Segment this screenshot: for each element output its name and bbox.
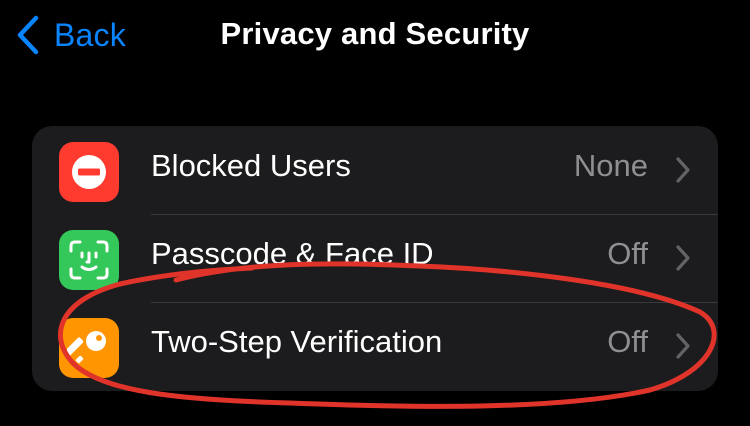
row-blocked-users[interactable]: Blocked Users None [32,126,718,214]
key-icon [59,318,119,378]
face-id-icon [59,230,119,290]
row-value: Off [607,324,648,359]
page-title: Privacy and Security [220,16,530,51]
row-passcode-face-id[interactable]: Passcode & Face ID Off [32,214,718,302]
chevron-right-icon [676,157,690,183]
chevron-right-icon [676,245,690,271]
row-label: Blocked Users [151,148,351,183]
row-value: Off [607,236,648,271]
row-label: Two-Step Verification [151,324,443,359]
blocked-icon [59,142,119,202]
settings-group: Blocked Users None Passcode & Face ID Of… [32,126,718,391]
row-value: None [573,148,648,183]
row-label: Passcode & Face ID [151,236,434,271]
row-two-step-verification[interactable]: Two-Step Verification Off [32,302,718,390]
navigation-bar: Back Privacy and Security [0,0,750,72]
chevron-right-icon [676,333,690,359]
